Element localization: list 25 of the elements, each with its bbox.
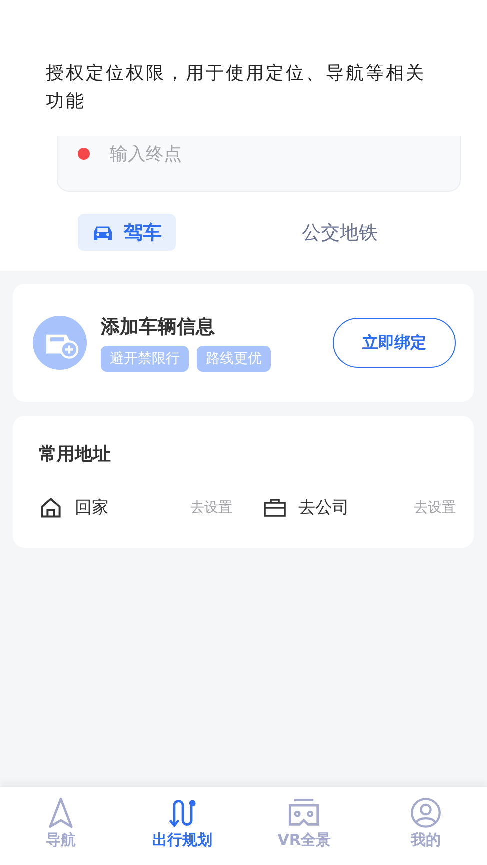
section-title: 常用地址 bbox=[39, 443, 112, 466]
card-title: 添加车辆信息 bbox=[101, 315, 216, 340]
address-label[interactable]: 去公司 bbox=[298, 496, 414, 519]
briefcase-icon bbox=[262, 496, 286, 518]
car-icon bbox=[92, 224, 114, 242]
destination-dot-icon bbox=[78, 148, 90, 160]
destination-field[interactable]: 输入终点 bbox=[110, 144, 370, 165]
feature-tag: 路线更优 bbox=[197, 346, 271, 372]
bind-button[interactable]: 立即绑定 bbox=[333, 318, 456, 368]
car-add-icon bbox=[33, 316, 87, 370]
nav-tab[interactable]: VR全景 bbox=[244, 797, 366, 865]
nav-tab[interactable]: 导航 bbox=[0, 797, 122, 865]
nav-tab[interactable]: 出行规划 bbox=[122, 797, 244, 865]
address-label[interactable]: 回家 bbox=[75, 496, 190, 519]
feature-tag: 避开禁限行 bbox=[101, 346, 189, 372]
permission-notice: 授权定位权限，用于使用定位、导航等相关功能 bbox=[46, 62, 427, 114]
mode-tab[interactable]: 驾车 bbox=[78, 214, 176, 251]
home-icon bbox=[39, 496, 63, 518]
mode-tab[interactable]: 公交地铁 bbox=[288, 214, 392, 251]
set-link[interactable]: 去设置 bbox=[414, 498, 456, 516]
nav-tab[interactable]: 我的 bbox=[365, 797, 487, 865]
set-link[interactable]: 去设置 bbox=[190, 498, 232, 516]
user-icon bbox=[410, 797, 442, 829]
route-icon bbox=[166, 797, 199, 829]
vr-headset-icon bbox=[288, 797, 320, 829]
